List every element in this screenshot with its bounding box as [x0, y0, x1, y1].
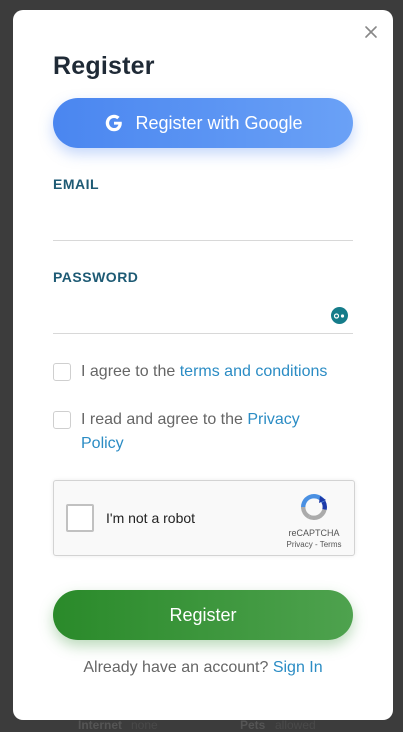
terms-row: I agree to the terms and conditions [53, 360, 327, 384]
google-button-label: Register with Google [135, 112, 303, 133]
close-button[interactable] [363, 24, 379, 40]
recaptcha-terms-link[interactable]: Terms [320, 540, 342, 549]
terms-text: I agree to the terms and conditions [81, 360, 327, 384]
modal-title: Register [53, 52, 155, 80]
eye-glyph [333, 312, 345, 319]
privacy-text: I read and agree to the Privacy Policy [81, 408, 343, 456]
bg-footer-value-internet: none [131, 718, 158, 732]
register-with-google-button[interactable]: Register with Google [53, 98, 353, 148]
terms-checkbox[interactable] [53, 363, 71, 381]
recaptcha-brand: reCAPTCHA [288, 528, 340, 538]
recaptcha-label: I'm not a robot [106, 510, 196, 526]
email-label: EMAIL [53, 176, 100, 192]
password-input[interactable] [53, 298, 353, 334]
terms-link[interactable]: terms and conditions [180, 363, 328, 380]
privacy-prefix: I read and agree to the [81, 411, 248, 428]
terms-prefix: I agree to the [81, 363, 180, 380]
google-g-icon [106, 114, 123, 132]
signin-prompt: Already have an account? [83, 659, 273, 676]
register-modal: Register Register with Google EMAIL PASS… [13, 10, 393, 720]
password-label: PASSWORD [53, 269, 139, 285]
recaptcha-separator: - [312, 540, 320, 549]
register-button[interactable]: Register [53, 590, 353, 640]
privacy-row: I read and agree to the Privacy Policy [53, 408, 343, 456]
eye-icon[interactable] [331, 307, 348, 324]
recaptcha-links: Privacy - Terms [277, 540, 351, 549]
bg-footer-label-pets: Pets [240, 718, 266, 732]
close-icon [365, 26, 377, 38]
bg-footer-label-internet: Internet [78, 718, 123, 732]
recaptcha-checkbox[interactable] [66, 504, 94, 532]
recaptcha-widget: I'm not a robot reCAPTCHA Privacy - Term… [53, 480, 355, 556]
privacy-checkbox[interactable] [53, 411, 71, 429]
email-input[interactable] [53, 205, 353, 241]
recaptcha-privacy-link[interactable]: Privacy [287, 540, 313, 549]
bg-footer-value-pets: allowed [275, 718, 316, 732]
recaptcha-logo-icon [300, 494, 327, 521]
signin-row: Already have an account? Sign In [13, 659, 393, 677]
signin-link[interactable]: Sign In [273, 659, 323, 676]
